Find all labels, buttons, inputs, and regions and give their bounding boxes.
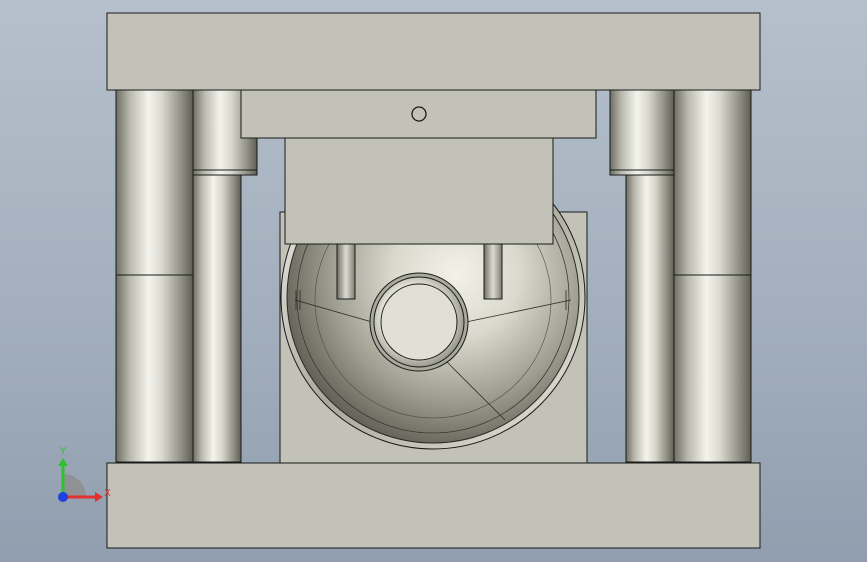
- guide-pillar-left-inner[interactable]: [192, 89, 258, 463]
- z-axis-dot: [58, 492, 68, 502]
- bottom-plate[interactable]: [106, 462, 761, 549]
- punch-plate[interactable]: [240, 89, 597, 139]
- x-axis-label: X: [104, 488, 111, 499]
- cad-viewport[interactable]: X Y: [0, 0, 867, 562]
- y-arrow-head: [58, 458, 68, 466]
- guide-pillar-right-inner[interactable]: [609, 89, 675, 463]
- guide-pillar-left-outer[interactable]: [115, 89, 194, 463]
- x-arrow-head: [95, 492, 103, 502]
- coordinate-triad: X Y: [58, 446, 111, 502]
- upper-die-block[interactable]: [284, 137, 554, 245]
- bolt-hole: [411, 106, 427, 122]
- center-punch[interactable]: [369, 272, 469, 372]
- top-plate[interactable]: [106, 12, 761, 91]
- guide-pillar-right-outer[interactable]: [673, 89, 752, 463]
- y-axis-label: Y: [59, 446, 67, 457]
